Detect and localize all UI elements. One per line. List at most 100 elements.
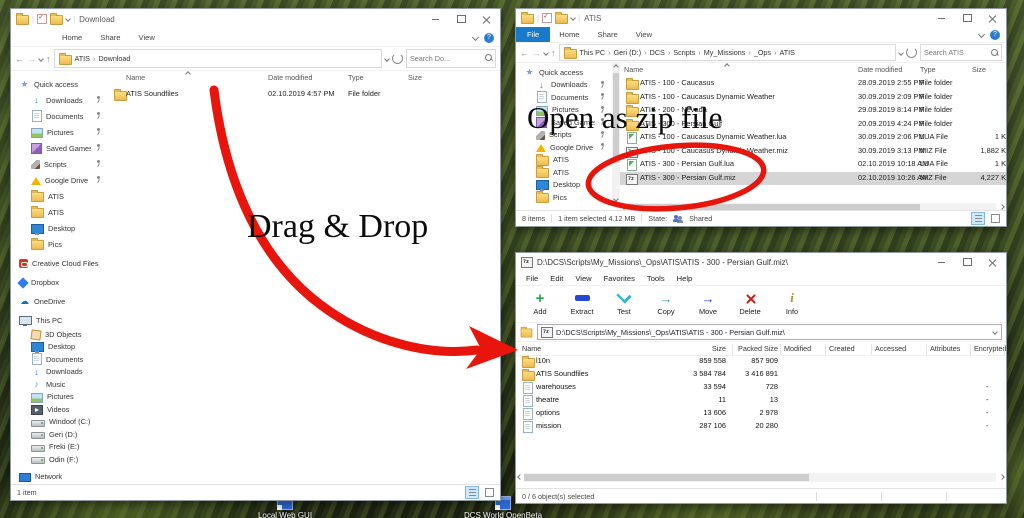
move-button[interactable]: →Move [688,286,728,320]
scroll-down-icon[interactable] [612,195,620,203]
delete-button[interactable]: Delete [730,286,770,320]
sidebar-item-pics[interactable]: Pics [516,191,612,204]
sidebar-scrollbar[interactable] [612,63,620,203]
tab-view[interactable]: View [627,27,661,42]
column-header-type[interactable]: Type [920,65,936,74]
column-header-date-modified[interactable]: Date modified [858,65,902,74]
sidebar-item-downloads[interactable]: ↓Downloads [11,366,108,379]
menu-favorites[interactable]: Favorites [598,274,641,283]
copy-button[interactable]: →Copy [646,286,686,320]
close-button[interactable] [980,9,1006,27]
breadcrumb-item-my-missions[interactable]: My_Missions [704,48,746,57]
scroll-left-icon[interactable] [516,473,524,481]
sidebar-item-atis[interactable]: ATIS [516,166,612,179]
file-row-atis-soundfiles[interactable]: ATIS Soundfiles02.10.2019 4:57 PMFile fo… [108,88,500,102]
sidebar-item-saved-games[interactable]: Saved Games [516,116,612,129]
sidebar-item-onedrive[interactable]: ☁OneDrive [11,293,108,309]
menu-edit[interactable]: Edit [544,274,569,283]
breadcrumb-item-dcs[interactable]: DCS [650,48,665,57]
forward-button[interactable]: → [532,48,541,58]
chevron-down-icon[interactable] [570,15,576,21]
sidebar-item-downloads[interactable]: ↓Downloads [11,92,108,108]
sidebar-item-documents[interactable]: Documents [11,108,108,124]
archive-row-warehouses[interactable]: warehouses33 594728- [516,381,1006,394]
column-header-date-modified[interactable]: Date modified [268,73,312,82]
archive-row-options[interactable]: options13 6062 978- [516,407,1006,420]
column-header-size[interactable]: Size [408,73,422,82]
sidebar-item-odin-f[interactable]: Odin (F:) [11,453,108,466]
sidebar-item-windoof-c[interactable]: Windoof (C:) [11,416,108,429]
column-header-accessed[interactable]: Accessed [875,344,906,353]
breadcrumb-item-scripts[interactable]: Scripts [673,48,695,57]
maximize-button[interactable] [954,253,980,271]
sidebar-item-atis[interactable]: ATIS [11,204,108,220]
new-folder-icon[interactable] [555,14,568,24]
sidebar-item-atis[interactable]: ATIS [516,154,612,167]
details-view-button[interactable] [971,212,985,225]
refresh-icon[interactable] [392,53,403,64]
add-button[interactable]: +Add [520,286,560,320]
search-input[interactable] [407,54,483,63]
file-row-atis-100-caucasus-dynamic-weather-miz[interactable]: ATIS - 100 - Caucasus Dynamic Weather.mi… [620,145,1006,159]
archive-row-theatre[interactable]: theatre1113- [516,394,1006,407]
chevron-down-icon[interactable] [992,329,998,335]
tab-share[interactable]: Share [589,27,627,42]
test-button[interactable]: Test [604,286,644,320]
sidebar-item-pics[interactable]: Pics [11,236,108,252]
sidebar-item-google-drive[interactable]: Google Drive [516,141,612,154]
close-button[interactable] [474,9,500,29]
sidebar-item-music[interactable]: ♪Music [11,378,108,391]
tab-share[interactable]: Share [91,29,129,46]
extract-button[interactable]: Extract [562,286,602,320]
sidebar-item-documents[interactable]: Documents [516,91,612,104]
ribbon-expand-icon[interactable] [978,31,985,38]
file-row-atis-300-persian-gulf[interactable]: ATIS - 300 - Persian Gulf20.09.2019 4:24… [620,118,1006,132]
column-header-encrypted[interactable]: Encrypted [974,344,1006,353]
sidebar-item-quick-access[interactable]: ★Quick access [11,76,108,92]
title-bar[interactable]: D:\DCS\Scripts\My_Missions\_Ops\ATIS\ATI… [516,253,1006,271]
info-button[interactable]: iInfo [772,286,812,320]
path-combobox[interactable]: D:\DCS\Scripts\My_Missions\_Ops\ATIS\ATI… [537,324,1002,340]
menu-view[interactable]: View [569,274,597,283]
sidebar-item-freki-e[interactable]: Freki (E:) [11,441,108,454]
archive-row-l10n[interactable]: l10n859 558857 909 [516,355,1006,368]
breadcrumb-item-ops[interactable]: _Ops [754,48,771,57]
minimize-button[interactable] [928,9,954,27]
minimize-button[interactable] [928,253,954,271]
file-row-atis-100-caucasus-dynamic-weather-lua[interactable]: ATIS - 100 - Caucasus Dynamic Weather.lu… [620,131,1006,145]
column-header-name[interactable]: Name [624,65,643,74]
sidebar-item-scripts[interactable]: Scripts [11,156,108,172]
sidebar-item-google-drive[interactable]: Google Drive [11,172,108,188]
sidebar-item-this-pc[interactable]: This PC [11,312,108,328]
sidebar-item-atis[interactable]: ATIS [11,188,108,204]
tab-file[interactable]: File [516,27,550,42]
menu-file[interactable]: File [520,274,544,283]
sidebar-item-desktop[interactable]: Desktop [11,220,108,236]
up-button[interactable]: ↑ [551,48,556,58]
column-header-name[interactable]: Name [126,73,145,82]
sidebar-item-quick-access[interactable]: ★Quick access [516,66,612,79]
scroll-right-icon[interactable] [998,473,1006,481]
column-header-name[interactable]: Name [522,344,541,353]
address-chevron-icon[interactable] [898,50,904,56]
menu-tools[interactable]: Tools [641,274,671,283]
details-view-button[interactable] [465,486,479,499]
address-chevron-icon[interactable] [384,56,390,62]
help-icon[interactable]: ? [990,30,1000,40]
history-chevron-icon[interactable] [543,50,549,56]
sidebar-item-pictures[interactable]: Pictures [11,391,108,404]
column-header-type[interactable]: Type [348,73,364,82]
new-folder-icon[interactable] [50,15,63,25]
sidebar-item-scripts[interactable]: Scripts [516,129,612,142]
tab-home[interactable]: Home [550,27,588,42]
breadcrumb-item-atis[interactable]: ATIS [75,54,90,63]
breadcrumb[interactable]: This PC›Geri (D:)›DCS›Scripts›My_Mission… [559,44,897,61]
ribbon-expand-icon[interactable] [472,34,479,41]
breadcrumb-item-geri-d[interactable]: Geri (D:) [614,48,642,57]
column-header-packed-size[interactable]: Packed Size [734,344,778,353]
title-bar[interactable]: | | Download [11,9,500,29]
column-header-created[interactable]: Created [829,344,855,353]
chevron-down-icon[interactable] [65,16,71,22]
breadcrumb[interactable]: ATIS›Download [54,49,383,68]
history-chevron-icon[interactable] [38,56,44,62]
